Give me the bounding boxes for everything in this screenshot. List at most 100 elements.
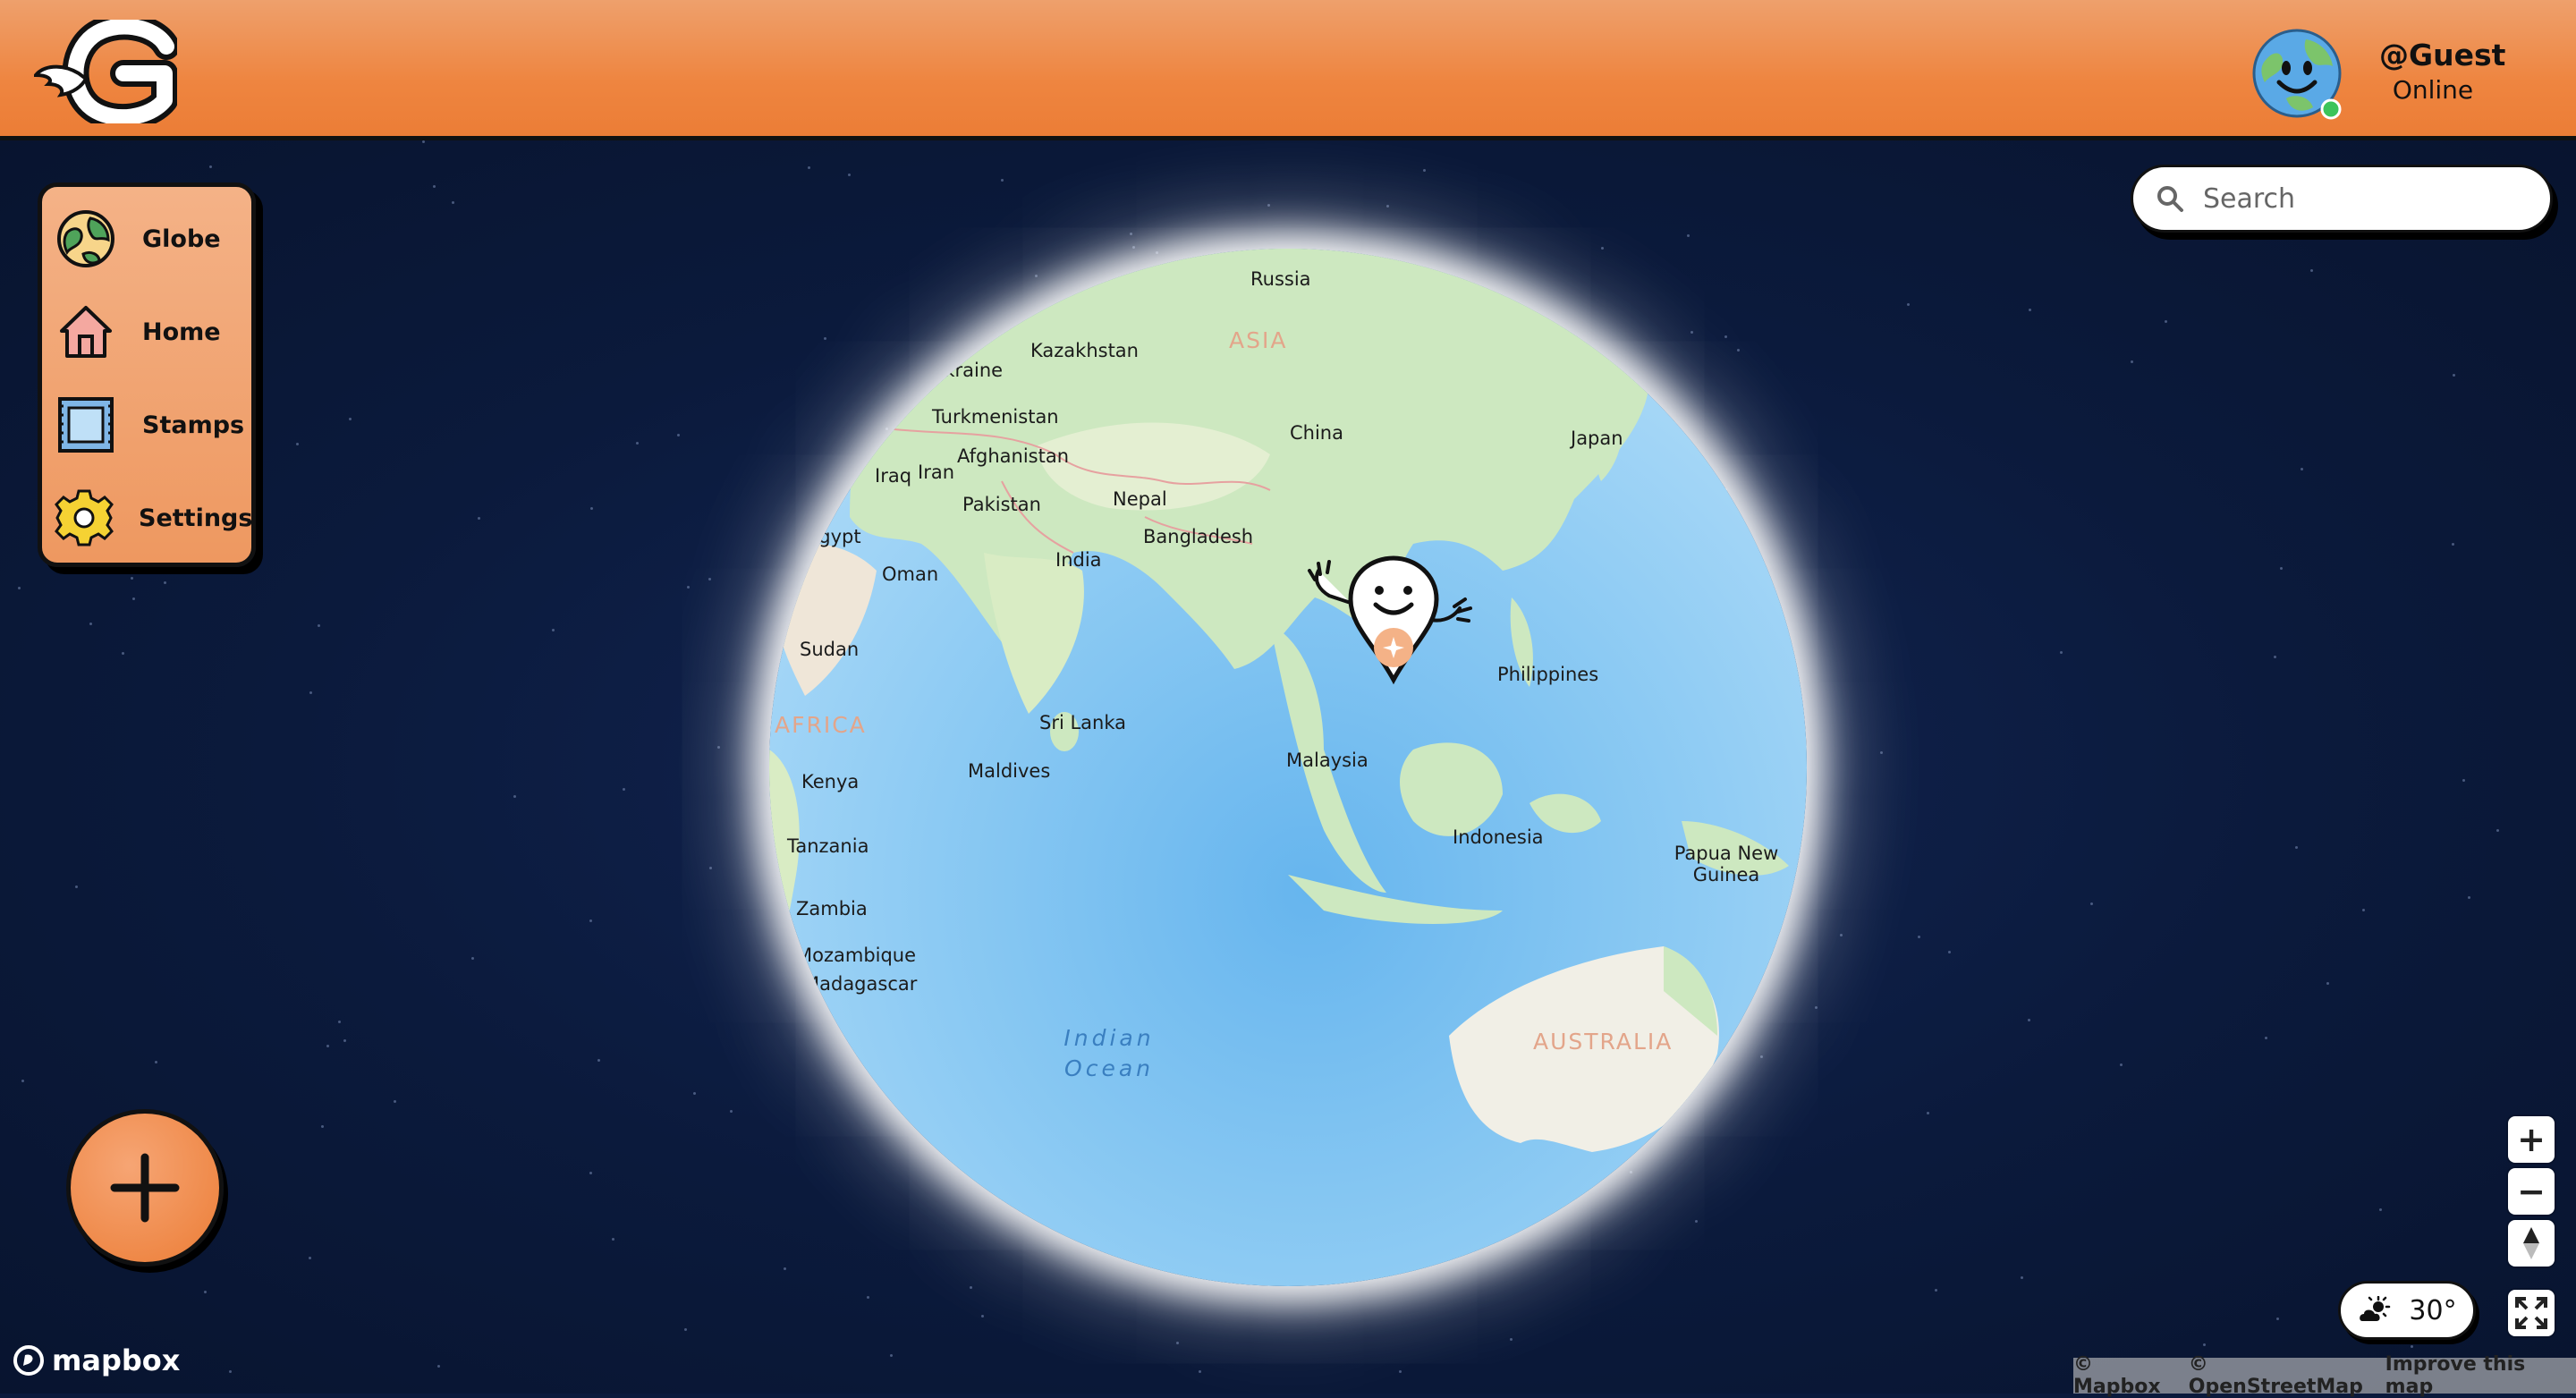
map-label-country: Zambia xyxy=(796,898,868,919)
search-bar xyxy=(2131,165,2553,233)
star xyxy=(589,1172,592,1174)
weather-temperature: 30° xyxy=(2409,1294,2457,1326)
star xyxy=(422,140,425,143)
add-button[interactable] xyxy=(66,1109,224,1267)
star xyxy=(452,201,454,204)
location-pin-marker[interactable] xyxy=(1288,555,1485,689)
app-logo[interactable] xyxy=(34,20,177,123)
star xyxy=(2090,902,2093,905)
map-label-country: Mozambique xyxy=(796,945,917,966)
star xyxy=(2028,1019,2030,1021)
star xyxy=(309,1257,311,1259)
star xyxy=(970,1286,972,1289)
partly-sunny-icon xyxy=(2360,1296,2391,1321)
sidebar-item-stamps[interactable]: Stamps xyxy=(55,389,251,461)
map-label-region: AUSTRALIA xyxy=(1533,1029,1674,1055)
star xyxy=(309,691,312,694)
sidebar-item-globe[interactable]: Globe xyxy=(55,203,251,275)
compass-button[interactable] xyxy=(2508,1220,2555,1267)
attribution-osm-link[interactable]: © OpenStreetMap xyxy=(2189,1353,2377,1398)
fullscreen-button[interactable] xyxy=(2508,1290,2555,1336)
map-label-country: Ukraine xyxy=(930,360,1004,381)
map-label-country: Pakistan xyxy=(962,494,1041,515)
map-label-country: Kenya xyxy=(801,771,860,792)
star xyxy=(677,434,680,436)
star xyxy=(1815,1006,1818,1009)
sidebar-item-label: Stamps xyxy=(142,411,245,439)
star xyxy=(717,746,720,749)
star xyxy=(730,1110,733,1113)
search-input[interactable] xyxy=(2201,182,2545,216)
zoom-in-button[interactable]: + xyxy=(2508,1116,2555,1163)
star xyxy=(2021,1276,2023,1279)
user-status: Online xyxy=(2392,75,2474,105)
star xyxy=(89,623,92,625)
star xyxy=(2295,846,2298,849)
improve-map-link[interactable]: Improve this map xyxy=(2385,1353,2567,1398)
fullscreen-icon xyxy=(2515,1297,2547,1329)
top-bar: @Guest Online xyxy=(0,0,2576,140)
star xyxy=(623,788,625,791)
star xyxy=(1130,233,1132,235)
star xyxy=(1840,934,1843,936)
star xyxy=(349,418,352,420)
star xyxy=(612,1238,614,1241)
star xyxy=(2203,1343,2206,1346)
map-label-country: Malaysia xyxy=(1286,750,1368,771)
star xyxy=(1880,751,1883,754)
star xyxy=(2029,309,2031,311)
star xyxy=(1399,1370,1402,1373)
star xyxy=(684,1328,687,1331)
star xyxy=(338,1021,341,1023)
star xyxy=(1176,1342,1179,1344)
star xyxy=(394,1100,396,1103)
map-label-country: Oman xyxy=(882,563,939,585)
attribution-mapbox-link[interactable]: © Mapbox xyxy=(2073,1353,2180,1398)
sidebar-item-settings[interactable]: Settings xyxy=(55,482,253,554)
star xyxy=(890,1354,893,1357)
globe-icon xyxy=(55,208,117,270)
star xyxy=(1386,205,1389,208)
star xyxy=(708,578,711,580)
map-label-country: Madagascar xyxy=(803,973,918,995)
star xyxy=(981,1315,984,1318)
star xyxy=(1927,1112,1929,1114)
user-name: @Guest xyxy=(2379,38,2506,72)
sidebar-item-home[interactable]: Home xyxy=(55,296,251,368)
sidebar-item-label: Settings xyxy=(139,504,253,532)
star xyxy=(597,1059,600,1062)
stamp-icon xyxy=(55,394,117,456)
sidebar-item-label: Home xyxy=(142,318,221,346)
sidebar-item-label: Globe xyxy=(142,225,221,253)
weather-widget[interactable]: 30° xyxy=(2338,1281,2476,1340)
star xyxy=(2411,1345,2413,1348)
star xyxy=(1267,204,1270,207)
star xyxy=(2131,360,2133,363)
star xyxy=(1907,303,1910,306)
star xyxy=(2452,543,2454,546)
star xyxy=(693,1092,696,1095)
map-label-country: Egypt xyxy=(807,526,861,547)
star xyxy=(1001,179,1004,182)
star xyxy=(2453,374,2455,377)
map-attribution: © Mapbox © OpenStreetMap Improve this ma… xyxy=(2073,1353,2576,1398)
map-label-country: Afghanistan xyxy=(957,445,1070,467)
star xyxy=(2379,1208,2382,1211)
globe-map[interactable]: Russia Kazakhstan Ukraine Turkmenistan A… xyxy=(769,249,1807,1286)
zoom-out-button[interactable]: − xyxy=(2508,1168,2555,1215)
star xyxy=(343,1039,346,1042)
star xyxy=(437,1365,440,1368)
map-label-country: Kazakhstan xyxy=(1030,340,1139,361)
map-label-country: Indonesia xyxy=(1453,826,1544,848)
mapbox-logo[interactable]: mapbox xyxy=(13,1343,180,1377)
star xyxy=(552,629,555,631)
star xyxy=(1935,1289,1937,1292)
star xyxy=(2310,269,2313,272)
star xyxy=(2496,829,2499,832)
mapbox-logo-text: mapbox xyxy=(52,1343,181,1377)
avatar[interactable] xyxy=(2250,27,2343,120)
star xyxy=(75,885,78,888)
star xyxy=(1423,169,1426,172)
search-icon xyxy=(2157,186,2183,212)
star xyxy=(155,1061,157,1063)
